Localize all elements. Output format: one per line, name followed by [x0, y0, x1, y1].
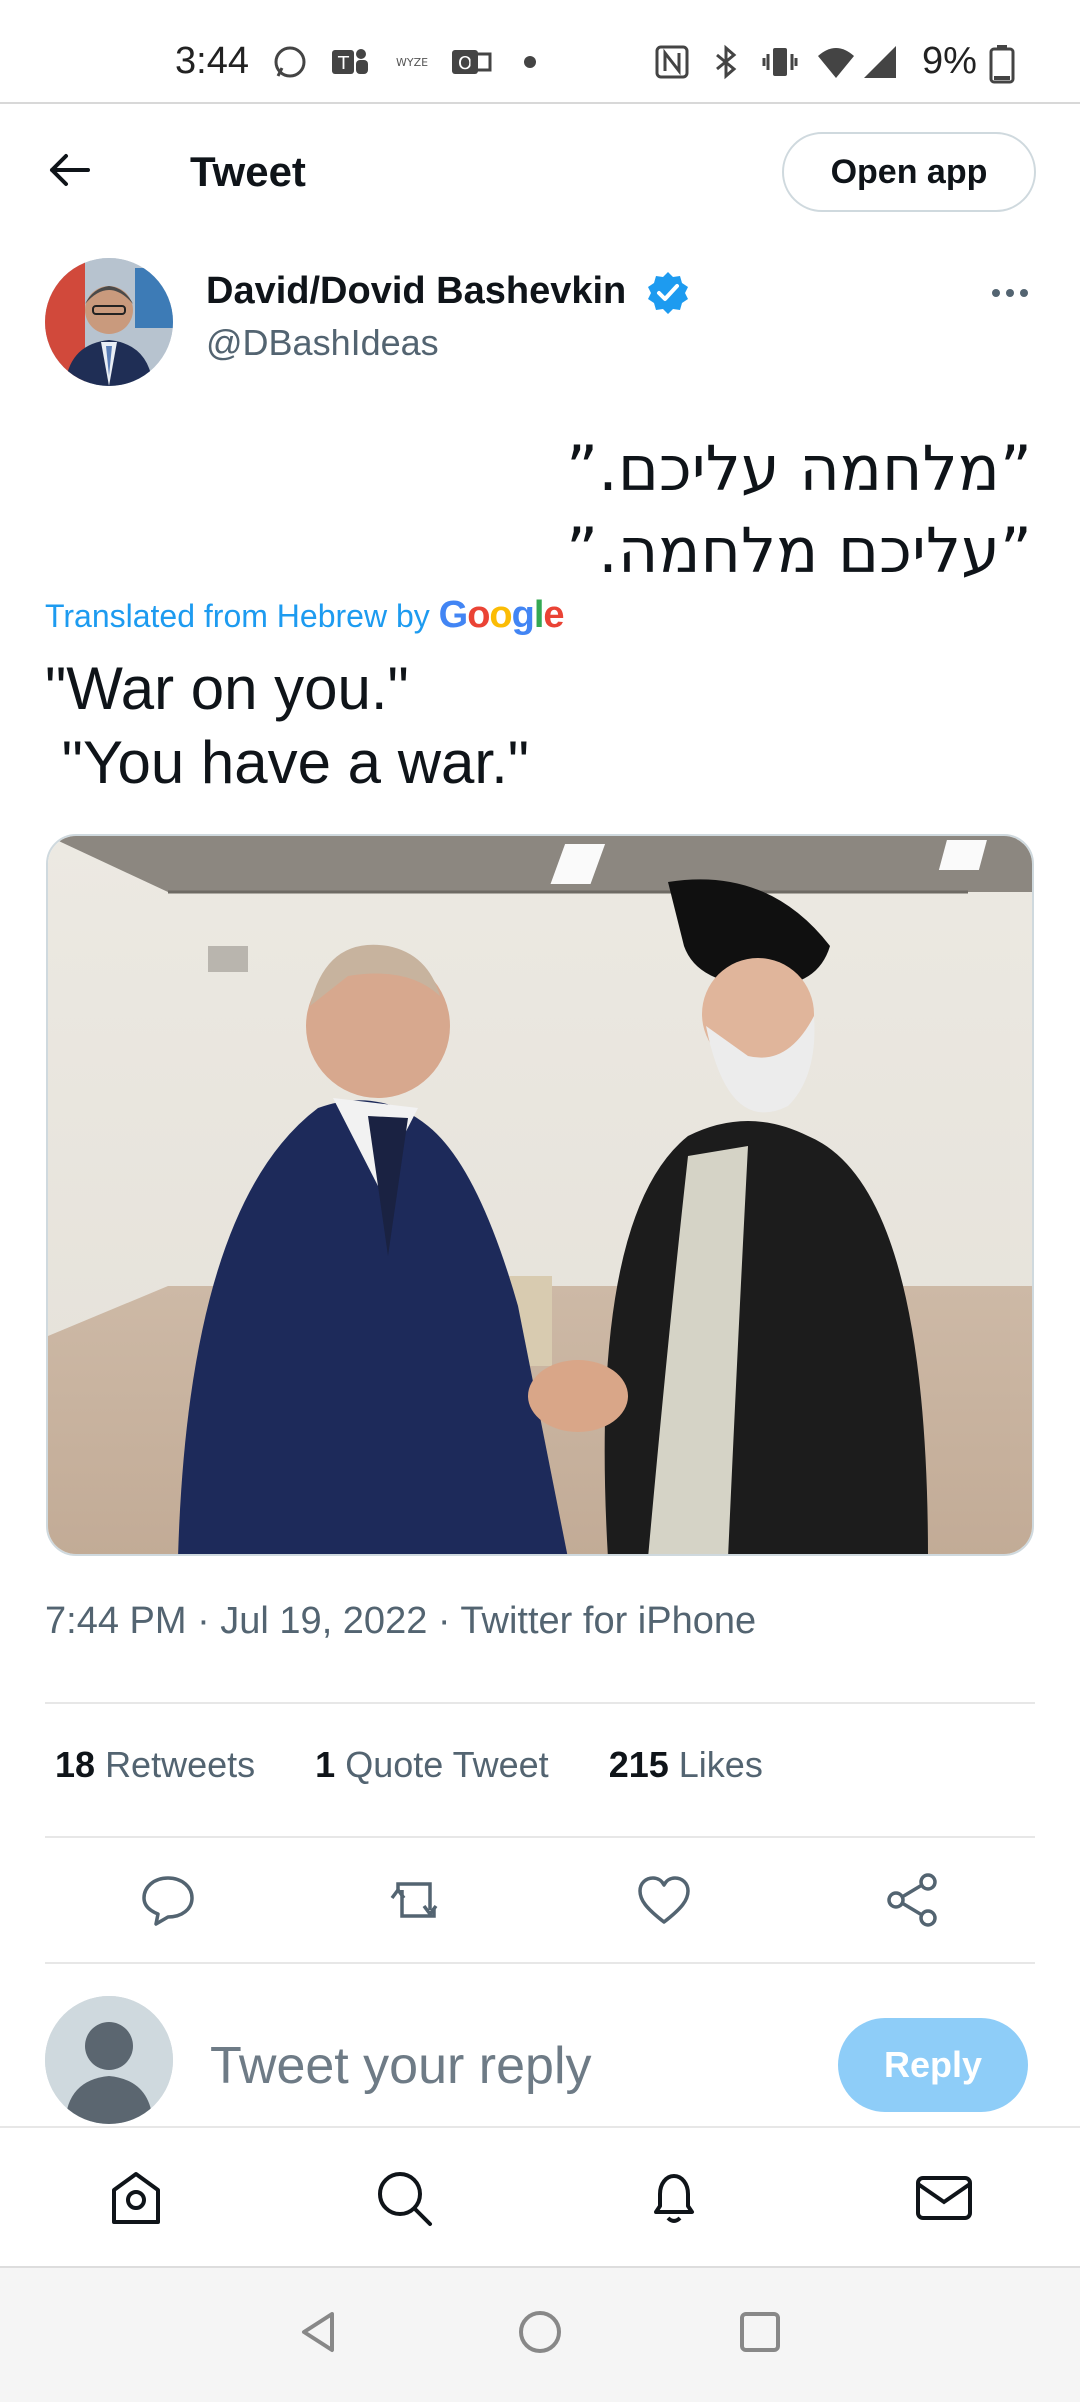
back-arrow-icon[interactable]: [40, 140, 100, 200]
wifi-icon: [816, 44, 854, 80]
tweet-translated-text: "War on you." "You have a war.": [45, 655, 530, 796]
tweet-original-line: ”עליכם מלחמה.”: [566, 514, 1032, 587]
signal-icon: [862, 44, 898, 80]
user-avatar: [45, 1996, 173, 2124]
messages-mail-icon[interactable]: [912, 2166, 976, 2230]
retweets-stat[interactable]: 18 Retweets: [55, 1744, 255, 1786]
system-back-icon[interactable]: [296, 2308, 344, 2356]
more-options-icon[interactable]: [988, 278, 1032, 308]
reply-button[interactable]: Reply: [838, 2018, 1028, 2112]
retweets-label: Retweets: [105, 1744, 256, 1785]
author-handle[interactable]: @DBashIdeas: [206, 322, 439, 364]
reply-icon[interactable]: [138, 1870, 198, 1930]
google-logo: Google: [438, 594, 565, 636]
reply-input[interactable]: Tweet your reply: [210, 2036, 592, 2096]
quote-tweets-stat[interactable]: 1 Quote Tweet: [315, 1744, 549, 1786]
translation-attribution[interactable]: Translated from Hebrew by Google: [45, 594, 565, 637]
quotes-count: 1: [315, 1744, 336, 1785]
notifications-bell-icon[interactable]: [642, 2166, 706, 2230]
tweet-image[interactable]: [46, 834, 1034, 1556]
whatsapp-icon: [272, 44, 308, 80]
tweet-stats: 18 Retweets 1 Quote Tweet 215 Likes: [55, 1744, 813, 1786]
vibrate-icon: [762, 44, 798, 80]
status-time: 3:44: [175, 40, 249, 82]
tweet-original-text: ”מלחמה עליכם.” ”עליכם מלחמה.”: [566, 428, 1032, 592]
likes-stat[interactable]: 215 Likes: [609, 1744, 763, 1786]
quotes-label: Quote Tweet: [345, 1744, 549, 1785]
svg-text:T: T: [337, 53, 350, 74]
likes-label: Likes: [678, 1744, 763, 1785]
battery-percent: 9%: [922, 40, 977, 82]
retweet-icon[interactable]: [386, 1870, 446, 1930]
divider: [45, 1962, 1035, 1964]
home-icon[interactable]: [104, 2166, 168, 2230]
likes-count: 215: [608, 1744, 669, 1785]
share-icon[interactable]: [882, 1870, 942, 1930]
wyze-icon: WYZE: [394, 44, 430, 80]
bluetooth-icon: [708, 44, 744, 80]
system-home-icon[interactable]: [516, 2308, 564, 2356]
system-recents-icon[interactable]: [736, 2308, 784, 2356]
search-icon[interactable]: [372, 2166, 436, 2230]
open-app-button[interactable]: Open app: [782, 132, 1036, 212]
author-name[interactable]: David/Dovid Bashevkin: [206, 270, 626, 313]
svg-text:O: O: [458, 53, 472, 74]
svg-text:WYZE: WYZE: [396, 56, 428, 69]
dot-icon: [512, 44, 548, 80]
tweet-original-line: ”מלחמה עליכם.”: [566, 432, 1032, 505]
like-heart-icon[interactable]: [634, 1870, 694, 1930]
battery-icon: [984, 44, 1020, 84]
author-avatar[interactable]: [45, 258, 173, 386]
translated-label: Translated from Hebrew by: [45, 598, 430, 634]
tweet-timestamp[interactable]: 7:44 PM · Jul 19, 2022 · Twitter for iPh…: [45, 1600, 756, 1643]
nfc-icon: [654, 44, 690, 80]
retweets-count: 18: [55, 1744, 96, 1785]
divider: [45, 1702, 1035, 1704]
verified-badge-icon: [646, 270, 690, 314]
outlook-icon: O: [450, 44, 492, 80]
page-title: Tweet: [190, 148, 306, 195]
divider: [45, 1836, 1035, 1838]
teams-icon: T: [330, 44, 368, 80]
